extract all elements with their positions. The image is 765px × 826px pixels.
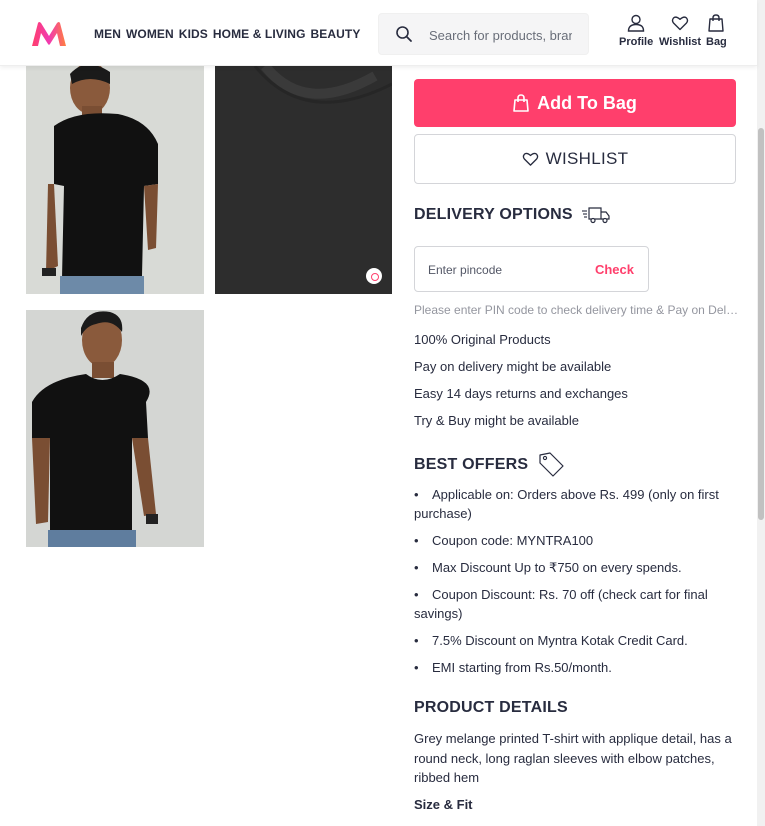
pincode-box: Check <box>414 246 649 292</box>
nav-beauty[interactable]: BEAUTY <box>311 27 361 41</box>
delivery-options-title: DELIVERY OPTIONS <box>414 206 573 223</box>
wishlist-label: Wishlist <box>659 36 702 48</box>
add-to-bag-label: Add To Bag <box>537 92 637 113</box>
add-to-bag-button[interactable]: Add To Bag <box>414 79 736 127</box>
offer-item: Applicable on: Orders above Rs. 499 (onl… <box>414 485 740 523</box>
product-image-front[interactable] <box>26 310 204 547</box>
wishlist-button[interactable]: WISHLIST <box>414 134 736 184</box>
offers-list: Applicable on: Orders above Rs. 499 (onl… <box>414 485 740 685</box>
bag-icon <box>708 14 725 32</box>
profile-icon <box>627 14 645 32</box>
pincode-input[interactable] <box>428 260 578 280</box>
heart-icon <box>522 152 538 166</box>
feature-original: 100% Original Products <box>414 332 551 347</box>
heart-icon <box>671 16 689 31</box>
offer-item: Coupon code: MYNTRA100 <box>414 531 740 550</box>
product-image-fabric[interactable] <box>215 66 392 294</box>
product-image-back[interactable] <box>26 66 204 294</box>
top-header: MEN WOMEN KIDS HOME & LIVING BEAUTY Prof… <box>0 0 757 66</box>
offer-item: 7.5% Discount on Myntra Kotak Credit Car… <box>414 631 740 650</box>
bag-label: Bag <box>706 36 727 48</box>
profile-button[interactable]: Profile <box>619 14 653 48</box>
nav-home-living[interactable]: HOME & LIVING <box>213 27 306 41</box>
offer-item: Coupon Discount: Rs. 70 off (check cart … <box>414 585 740 623</box>
pincode-hint: Please enter PIN code to check delivery … <box>414 303 739 317</box>
best-offers-title: BEST OFFERS <box>414 456 529 473</box>
product-description: Grey melange printed T-shirt with appliq… <box>414 731 732 785</box>
nav-women[interactable]: WOMEN <box>126 27 174 41</box>
truck-icon <box>581 207 610 224</box>
zoom-badge-icon <box>366 268 382 284</box>
delivery-options-heading: DELIVERY OPTIONS <box>414 206 611 224</box>
search-icon[interactable] <box>395 25 413 43</box>
check-pincode-button[interactable]: Check <box>595 262 634 277</box>
offer-item: Max Discount Up to ₹750 on every spends. <box>414 558 740 577</box>
nav-men[interactable]: MEN <box>94 27 121 41</box>
search-input[interactable] <box>429 22 572 48</box>
bag-button[interactable]: Bag <box>706 14 727 48</box>
feature-returns: Easy 14 days returns and exchanges <box>414 386 628 401</box>
profile-label: Profile <box>619 36 654 48</box>
nav-kids[interactable]: KIDS <box>179 27 208 41</box>
scrollbar-thumb[interactable] <box>758 128 764 520</box>
product-details-heading: PRODUCT DETAILS <box>414 699 568 717</box>
tag-icon <box>539 452 564 477</box>
wishlist-header-button[interactable]: Wishlist <box>659 14 701 48</box>
product-details-title: PRODUCT DETAILS <box>414 699 568 716</box>
feature-try-buy: Try & Buy might be available <box>414 413 579 428</box>
search-box[interactable] <box>378 13 589 55</box>
myntra-logo[interactable] <box>30 20 68 48</box>
wishlist-button-label: WISHLIST <box>545 149 629 168</box>
main-nav: MEN WOMEN KIDS HOME & LIVING BEAUTY <box>94 27 365 41</box>
size-fit-heading: Size & Fit <box>414 797 473 812</box>
best-offers-heading: BEST OFFERS <box>414 451 566 479</box>
bag-icon <box>513 94 529 112</box>
feature-pay-on-delivery: Pay on delivery might be available <box>414 359 612 374</box>
offer-item: EMI starting from Rs.50/month. <box>414 658 740 677</box>
